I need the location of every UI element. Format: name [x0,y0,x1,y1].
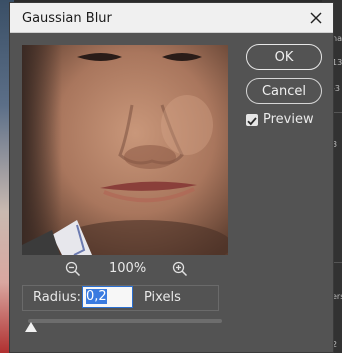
radius-slider-track[interactable] [28,319,222,323]
close-icon [310,12,322,24]
dialog-titlebar[interactable]: Gaussian Blur [10,3,333,33]
zoom-level-readout: 100% [109,261,147,276]
zoom-in-button[interactable] [172,261,188,277]
face-photo [22,45,228,255]
units-label: Pixels [144,290,181,305]
radius-value: 0,2 [86,289,107,304]
zoom-out-icon [65,261,81,277]
close-button[interactable] [305,7,327,29]
preview-image[interactable] [22,45,228,255]
preview-checkbox[interactable] [246,114,258,126]
checkbox-check-icon [247,117,257,126]
cancel-button[interactable]: Cancel [246,78,322,104]
zoom-out-button[interactable] [65,261,81,277]
preview-label[interactable]: Preview [263,112,314,127]
slider-thumb-icon[interactable] [25,322,37,332]
ok-button[interactable]: OK [246,44,322,70]
zoom-in-icon [172,261,188,277]
radius-label: Radius: [33,290,81,305]
gaussian-blur-dialog: Gaussian Blur OK Cancel Preview 100% Rad… [9,2,334,353]
dialog-title: Gaussian Blur [22,11,112,26]
radius-input[interactable]: 0,2 [82,286,133,308]
